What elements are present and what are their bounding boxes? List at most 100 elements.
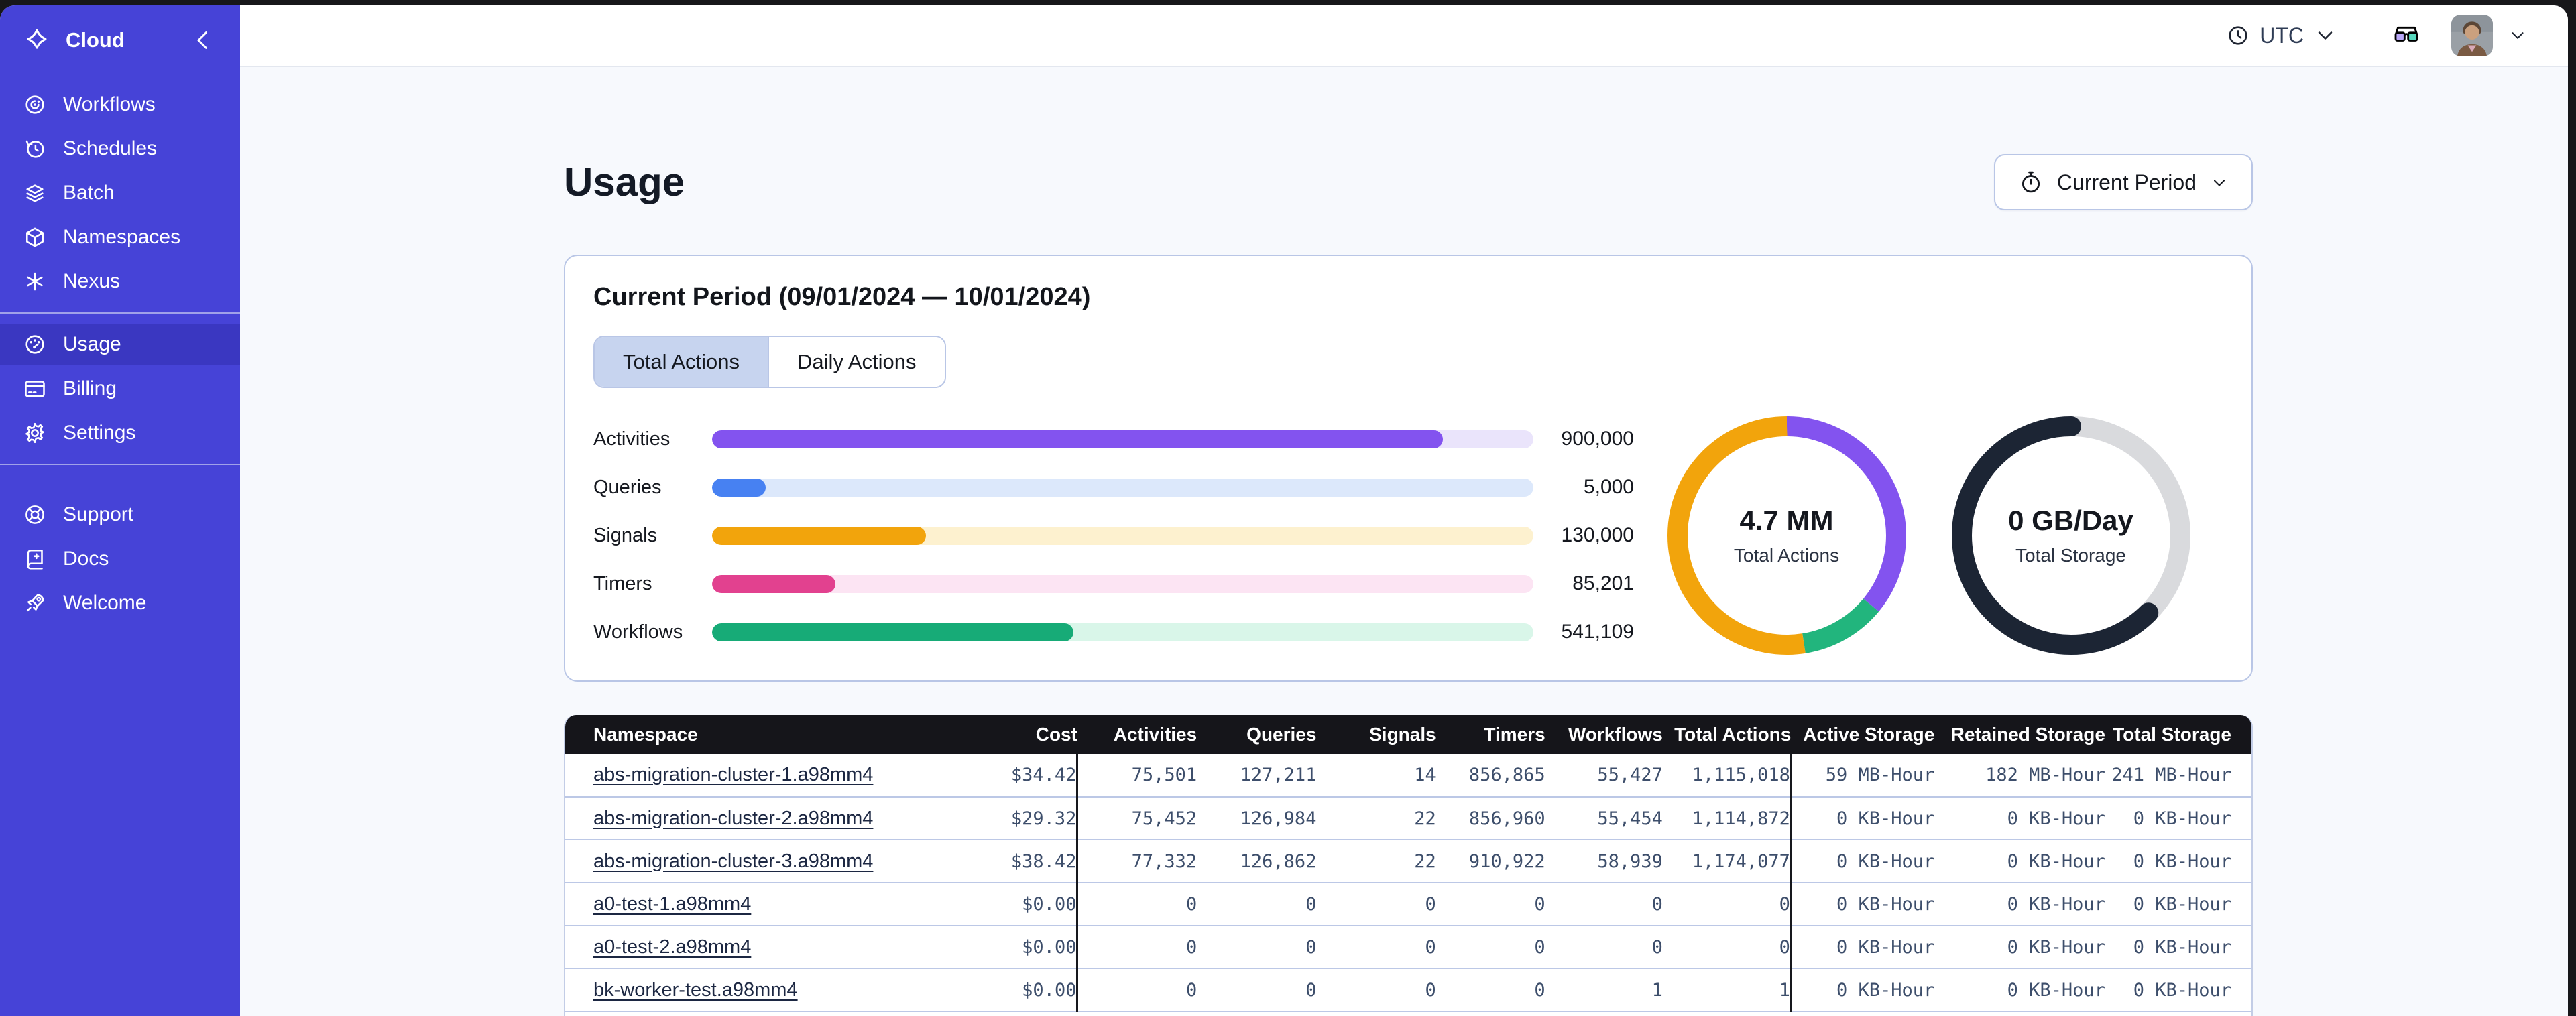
- sidebar-item-label: Support: [63, 503, 134, 525]
- table-cell: $0.00: [947, 968, 1077, 1012]
- usage-body: Activities 900,000 Queries 5,000 Signals 130,…: [593, 415, 2223, 656]
- bar-row-queries: Queries 5,000: [593, 476, 1634, 499]
- column-header-retained-storage: Retained Storage: [1934, 715, 2105, 754]
- namespaces-icon: [23, 225, 47, 249]
- table-cell: 0: [1197, 926, 1317, 969]
- sidebar-item-label: Settings: [63, 422, 136, 444]
- table-cell: 0 KB-Hour: [2105, 968, 2251, 1012]
- table-cell: 0 KB-Hour: [2105, 883, 2251, 926]
- bar-label: Queries: [593, 476, 662, 498]
- sidebar-item-workflows[interactable]: Workflows: [0, 84, 240, 125]
- usage-donut-charts: 4.7 MM Total Actions 0 GB/Day Total Storage: [1634, 415, 2223, 656]
- table-row: bk-worker-test.a98mm4 $0.00 0 0 0 0 1 1 0 KB-Hou…: [565, 968, 2251, 1012]
- bar-label: Activities: [593, 428, 670, 450]
- sidebar-item-label: Schedules: [63, 137, 158, 160]
- table-cell: 0 KB-Hour: [1934, 926, 2105, 969]
- table-cell: 58,939: [1545, 840, 1663, 883]
- sidebar-item-nexus[interactable]: Nexus: [0, 261, 240, 302]
- column-header-namespace: Namespace: [565, 715, 948, 754]
- app-title: Cloud: [66, 28, 125, 52]
- sidebar-item-billing[interactable]: Billing: [0, 369, 240, 409]
- column-header-total-actions: Total Actions: [1662, 715, 1792, 754]
- donut-total-storage: 0 GB/Day Total Storage: [1950, 415, 2192, 656]
- namespace-link[interactable]: a0-test-1.a98mm4: [593, 893, 751, 915]
- namespace-link[interactable]: abs-migration-cluster-2.a98mm4: [593, 808, 873, 829]
- sidebar-collapse-button[interactable]: [189, 26, 217, 54]
- clock-icon: [2226, 23, 2250, 48]
- sidebar-item-namespaces[interactable]: Namespaces: [0, 217, 240, 257]
- incognito-glasses-icon[interactable]: [2391, 22, 2422, 49]
- namespace-link[interactable]: bk-worker-test.a98mm4: [593, 979, 798, 1001]
- table-cell: 0: [1436, 968, 1545, 1012]
- content: Usage Current Period Current Period (09/…: [240, 67, 2568, 1016]
- bar-label: Signals: [593, 524, 658, 546]
- topbar: UTC: [240, 5, 2568, 67]
- sidebar-item-label: Usage: [63, 333, 121, 355]
- settings-icon: [23, 421, 47, 445]
- bar-row-workflows: Workflows 541,109: [593, 621, 1634, 643]
- table-cell: a0-test-2.a98mm4: [565, 926, 948, 969]
- table-cell: 0 KB-Hour: [1934, 883, 2105, 926]
- table-row: abs-migration-cluster-3.a98mm4 $38.42 77,3…: [565, 840, 2251, 883]
- usage-icon: [23, 332, 47, 357]
- column-header-timers: Timers: [1436, 715, 1545, 754]
- table-cell: abs-migration-cluster-2.a98mm4: [565, 797, 948, 840]
- namespace-link[interactable]: abs-migration-cluster-1.a98mm4: [593, 764, 873, 785]
- bar-value: 85,201: [1572, 572, 1634, 594]
- avatar[interactable]: [2451, 15, 2493, 56]
- bar-row-signals: Signals 130,000: [593, 524, 1634, 547]
- period-filter-button[interactable]: Current Period: [1993, 154, 2253, 210]
- table-cell: 241 MB-Hour: [2105, 754, 2251, 798]
- table-cell: 22: [1316, 797, 1436, 840]
- table-cell: $38.42: [947, 840, 1077, 883]
- table-cell: 910,922: [1436, 840, 1545, 883]
- table-cell: 0: [1545, 883, 1663, 926]
- bar-track: [712, 574, 1533, 593]
- table-cell: 0 KB-Hour: [1934, 968, 2105, 1012]
- support-icon: [23, 503, 47, 527]
- nexus-icon: [23, 269, 47, 294]
- table-cell: 0 KB-Hour: [1790, 797, 1935, 840]
- sidebar-item-schedules[interactable]: Schedules: [0, 129, 240, 169]
- table-cell: 126,862: [1197, 840, 1317, 883]
- table-cell: 1: [1662, 968, 1792, 1012]
- sidebar-item-settings[interactable]: Settings: [0, 413, 240, 453]
- sidebar-divider: [0, 464, 240, 465]
- namespace-usage-table: Namespace Cost Activities Queries Signals Tim…: [565, 715, 2251, 1012]
- table-cell: 0 KB-Hour: [1790, 968, 1935, 1012]
- namespace-link[interactable]: a0-test-2.a98mm4: [593, 936, 751, 958]
- user-menu[interactable]: [2451, 15, 2528, 56]
- table-cell: $29.32: [947, 797, 1077, 840]
- bar-label: Timers: [593, 572, 652, 594]
- sidebar-item-docs[interactable]: Docs: [0, 539, 240, 579]
- usage-bar-chart: Activities 900,000 Queries 5,000 Signals 130,…: [593, 428, 1634, 643]
- sidebar-item-batch[interactable]: Batch: [0, 173, 240, 213]
- column-header-active-storage: Active Storage: [1791, 715, 1935, 754]
- usage-card-title: Current Period (09/01/2024 — 10/01/2024): [593, 283, 1091, 311]
- sidebar-item-label: Namespaces: [63, 226, 181, 248]
- column-header-cost: Cost: [947, 715, 1077, 754]
- table-cell: 0 KB-Hour: [1790, 883, 1935, 926]
- bar-fill: [712, 623, 1073, 641]
- tab-total-actions[interactable]: Total Actions: [595, 337, 768, 387]
- user-menu-chevron-icon: [2508, 25, 2528, 46]
- tab-daily-actions[interactable]: Daily Actions: [768, 337, 945, 387]
- table-cell: 77,332: [1076, 840, 1197, 883]
- workflows-icon: [23, 92, 47, 117]
- table-cell: 0 KB-Hour: [2105, 840, 2251, 883]
- bar-track: [712, 526, 1533, 545]
- table-cell: 0: [1076, 926, 1197, 969]
- table-cell: 0 KB-Hour: [1790, 840, 1935, 883]
- table-cell: a0-test-1.a98mm4: [565, 883, 948, 926]
- table-cell: 856,960: [1436, 797, 1545, 840]
- batch-icon: [23, 181, 47, 205]
- page-title: Usage: [564, 160, 685, 204]
- namespace-link[interactable]: abs-migration-cluster-3.a98mm4: [593, 850, 873, 872]
- sidebar-item-label: Batch: [63, 182, 115, 204]
- bar-label: Workflows: [593, 621, 683, 643]
- table-row: abs-migration-cluster-2.a98mm4 $29.32 75,4…: [565, 797, 2251, 840]
- sidebar-item-usage[interactable]: Usage: [0, 324, 240, 365]
- sidebar-item-support[interactable]: Support: [0, 495, 240, 535]
- sidebar-item-welcome[interactable]: Welcome: [0, 583, 240, 623]
- timezone-selector[interactable]: UTC: [2226, 23, 2337, 48]
